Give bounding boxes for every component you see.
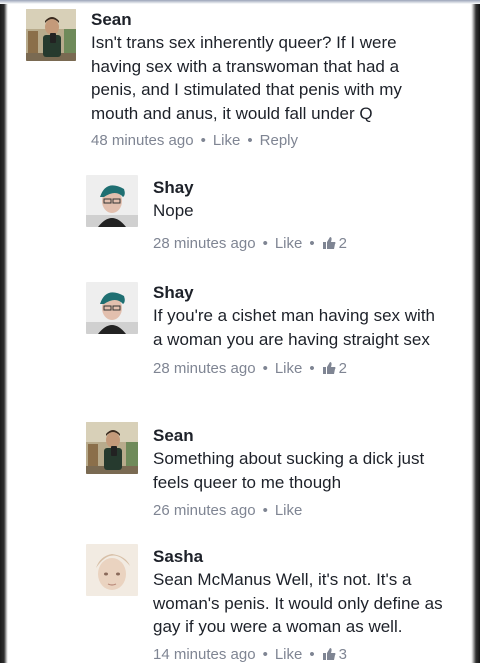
comment-author[interactable]: Sean (91, 9, 441, 31)
like-count[interactable]: 2 (322, 235, 347, 252)
avatar[interactable] (86, 544, 138, 596)
thumbs-up-icon (322, 362, 336, 374)
like-count[interactable]: 3 (322, 646, 347, 663)
separator-dot: • (262, 645, 268, 663)
comment: Sean Isn't trans sex inherently queer? I… (0, 0, 480, 160)
like-count-value: 2 (338, 234, 347, 252)
comment-author[interactable]: Shay (153, 282, 443, 304)
like-count-value: 3 (338, 645, 347, 663)
comment-meta: 14 minutes ago • Like • 3 (153, 645, 443, 665)
separator-dot: • (309, 645, 315, 663)
comment-author[interactable]: Shay (153, 177, 443, 199)
comment-timestamp[interactable]: 28 minutes ago (153, 360, 256, 377)
comment-reply: Shay Nope 28 minutes ago • Like • 2 (0, 170, 480, 260)
comment-text: Nope (153, 201, 194, 220)
like-button[interactable]: Like (275, 360, 303, 377)
comment-text: Something about sucking a dick just feel… (153, 449, 425, 492)
avatar[interactable] (26, 9, 76, 61)
comment-meta: 26 minutes ago • Like (153, 501, 443, 521)
separator-dot: • (262, 360, 268, 377)
comment-timestamp[interactable]: 14 minutes ago (153, 646, 256, 663)
separator-dot: • (247, 132, 253, 149)
comment-text: If you're a cishet man having sex with a… (153, 306, 435, 349)
comment-timestamp[interactable]: 48 minutes ago (91, 132, 194, 149)
comment-meta: 28 minutes ago • Like • 2 (153, 359, 443, 379)
like-count-value: 2 (338, 360, 347, 377)
comment-meta: 28 minutes ago • Like • 2 (153, 234, 443, 254)
comment-reply: Shay If you're a cishet man having sex w… (0, 277, 480, 407)
comment-text: Sean McManus Well, it's not. It's a woma… (153, 570, 443, 636)
comment-timestamp[interactable]: 26 minutes ago (153, 502, 256, 519)
avatar[interactable] (86, 282, 138, 334)
comment-author[interactable]: Sean (153, 425, 443, 447)
comment-text: Isn't trans sex inherently queer? If I w… (91, 33, 402, 123)
separator-dot: • (309, 360, 315, 377)
like-button[interactable]: Like (275, 502, 303, 519)
comment-reply: Sean Something about sucking a dick just… (0, 420, 480, 530)
comment-meta: 48 minutes ago • Like • Reply (91, 131, 441, 151)
separator-dot: • (262, 502, 268, 519)
like-button[interactable]: Like (275, 235, 303, 252)
comment-timestamp[interactable]: 28 minutes ago (153, 235, 256, 252)
avatar[interactable] (86, 422, 138, 474)
separator-dot: • (309, 234, 315, 252)
reply-button[interactable]: Reply (260, 132, 298, 149)
like-button[interactable]: Like (275, 646, 303, 663)
like-button[interactable]: Like (213, 132, 241, 149)
thumbs-up-icon (322, 647, 336, 660)
like-count[interactable]: 2 (322, 360, 347, 377)
separator-dot: • (200, 132, 206, 149)
avatar[interactable] (86, 175, 138, 227)
thumbs-up-icon (322, 236, 336, 249)
comment-reply: Sasha Sean McManus Well, it's not. It's … (0, 542, 480, 663)
comment-author[interactable]: Sasha (153, 546, 443, 568)
separator-dot: • (262, 234, 268, 252)
